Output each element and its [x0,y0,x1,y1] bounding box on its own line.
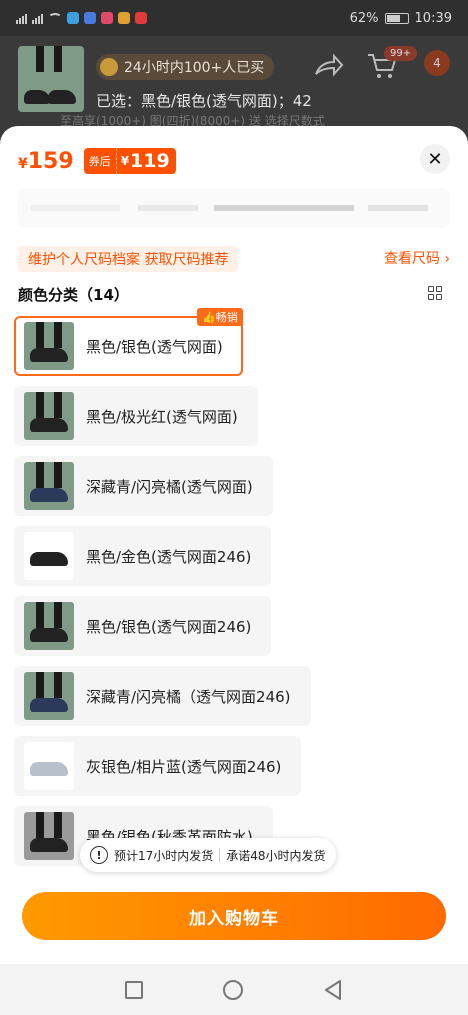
status-bar: 62% 10:39 [0,0,468,36]
price-row: ¥159 券后 ¥119 [18,148,176,174]
option-label: 深藏青/闪亮橘（透气网面246) [86,687,291,706]
app-icon [67,12,79,24]
color-option[interactable]: 灰银色/相片蓝(透气网面246) [14,736,302,796]
product-header: 24小时内100+人已买 99+ 4 已选：黑色/银色(透气网面)；42 至高享… [0,36,468,128]
app-icon [84,12,96,24]
blurred-bar [18,188,450,228]
signal-icon [32,13,43,24]
notification-badge[interactable]: 4 [424,50,450,76]
ship-promise: 承诺48小时内发货 [226,848,326,863]
option-thumbnail [24,602,74,650]
color-option[interactable]: 深藏青/闪亮橘（透气网面246) [14,666,311,726]
bestseller-badge: 👍畅销 [197,308,243,326]
add-to-cart-button[interactable]: 加入购物车 [22,892,446,940]
close-button[interactable]: ✕ [420,144,450,174]
purchase-banner: 24小时内100+人已买 [96,54,275,80]
product-thumbnail[interactable] [18,46,84,112]
ship-estimate: 预计17小时内发货 [114,848,214,863]
info-icon: ! [90,846,108,864]
color-option[interactable]: 深藏青/闪亮橘(透气网面) [14,456,273,516]
share-icon[interactable] [314,54,344,78]
option-label: 黑色/金色(透气网面246) [86,547,252,566]
option-label: 深藏青/闪亮橘(透气网面) [86,477,253,496]
sku-sheet: ¥159 券后 ¥119 ✕ 维护个人尺码档案 获取尺码推荐 查看尺码 › 颜色… [0,126,468,964]
cart-count-badge: 99+ [384,46,418,61]
app-icon [135,12,147,24]
home-icon[interactable] [223,979,243,1000]
option-thumbnail [24,812,74,860]
option-label: 黑色/银色(透气网面246) [86,617,252,636]
option-thumbnail [24,322,74,370]
shipping-info-pill: ! 预计17小时内发货 承诺48小时内发货 [80,838,336,872]
option-label: 黑色/银色(透气网面) [86,337,223,356]
close-icon: ✕ [427,148,443,170]
option-thumbnail [24,672,74,720]
option-label: 灰银色/相片蓝(透气网面246) [86,757,282,776]
back-icon[interactable] [323,979,343,1001]
size-profile-tip[interactable]: 维护个人尺码档案 获取尺码推荐 [18,246,239,272]
coupon-price: ¥119 [116,148,176,174]
color-section-title: 颜色分类（14） [18,286,129,304]
original-price: ¥159 [18,148,74,174]
wifi-icon [48,13,62,23]
coupon-price-badge: 券后 ¥119 [83,148,176,174]
view-size-link[interactable]: 查看尺码 › [384,248,450,268]
option-thumbnail [24,392,74,440]
app-icon [101,12,113,24]
color-option[interactable]: 黑色/金色(透气网面246) [14,526,272,586]
clock: 10:39 [414,10,452,26]
battery-icon [384,12,409,24]
option-thumbnail [24,532,74,580]
buyer-icon [100,58,118,76]
option-label: 黑色/极光红(透气网面) [86,407,238,426]
color-option[interactable]: 黑色/银色(透气网面246) [14,596,272,656]
recent-apps-icon[interactable] [125,980,143,999]
banner-text: 24小时内100+人已买 [124,60,265,76]
system-nav-bar [0,964,468,1015]
battery-level: 62% [349,10,379,26]
option-thumbnail [24,462,74,510]
divider [219,848,221,862]
status-icons [16,12,147,24]
option-thumbnail [24,742,74,790]
color-option[interactable]: 黑色/极光红(透气网面) [14,386,258,446]
color-option[interactable]: 黑色/银色(透气网面) 👍畅销 [14,308,243,376]
selected-summary: 已选：黑色/银色(透气网面)；42 [96,92,312,110]
grid-view-icon[interactable] [428,286,442,300]
app-icon [118,12,130,24]
signal-icon [16,13,27,24]
coupon-label: 券后 [83,148,117,174]
